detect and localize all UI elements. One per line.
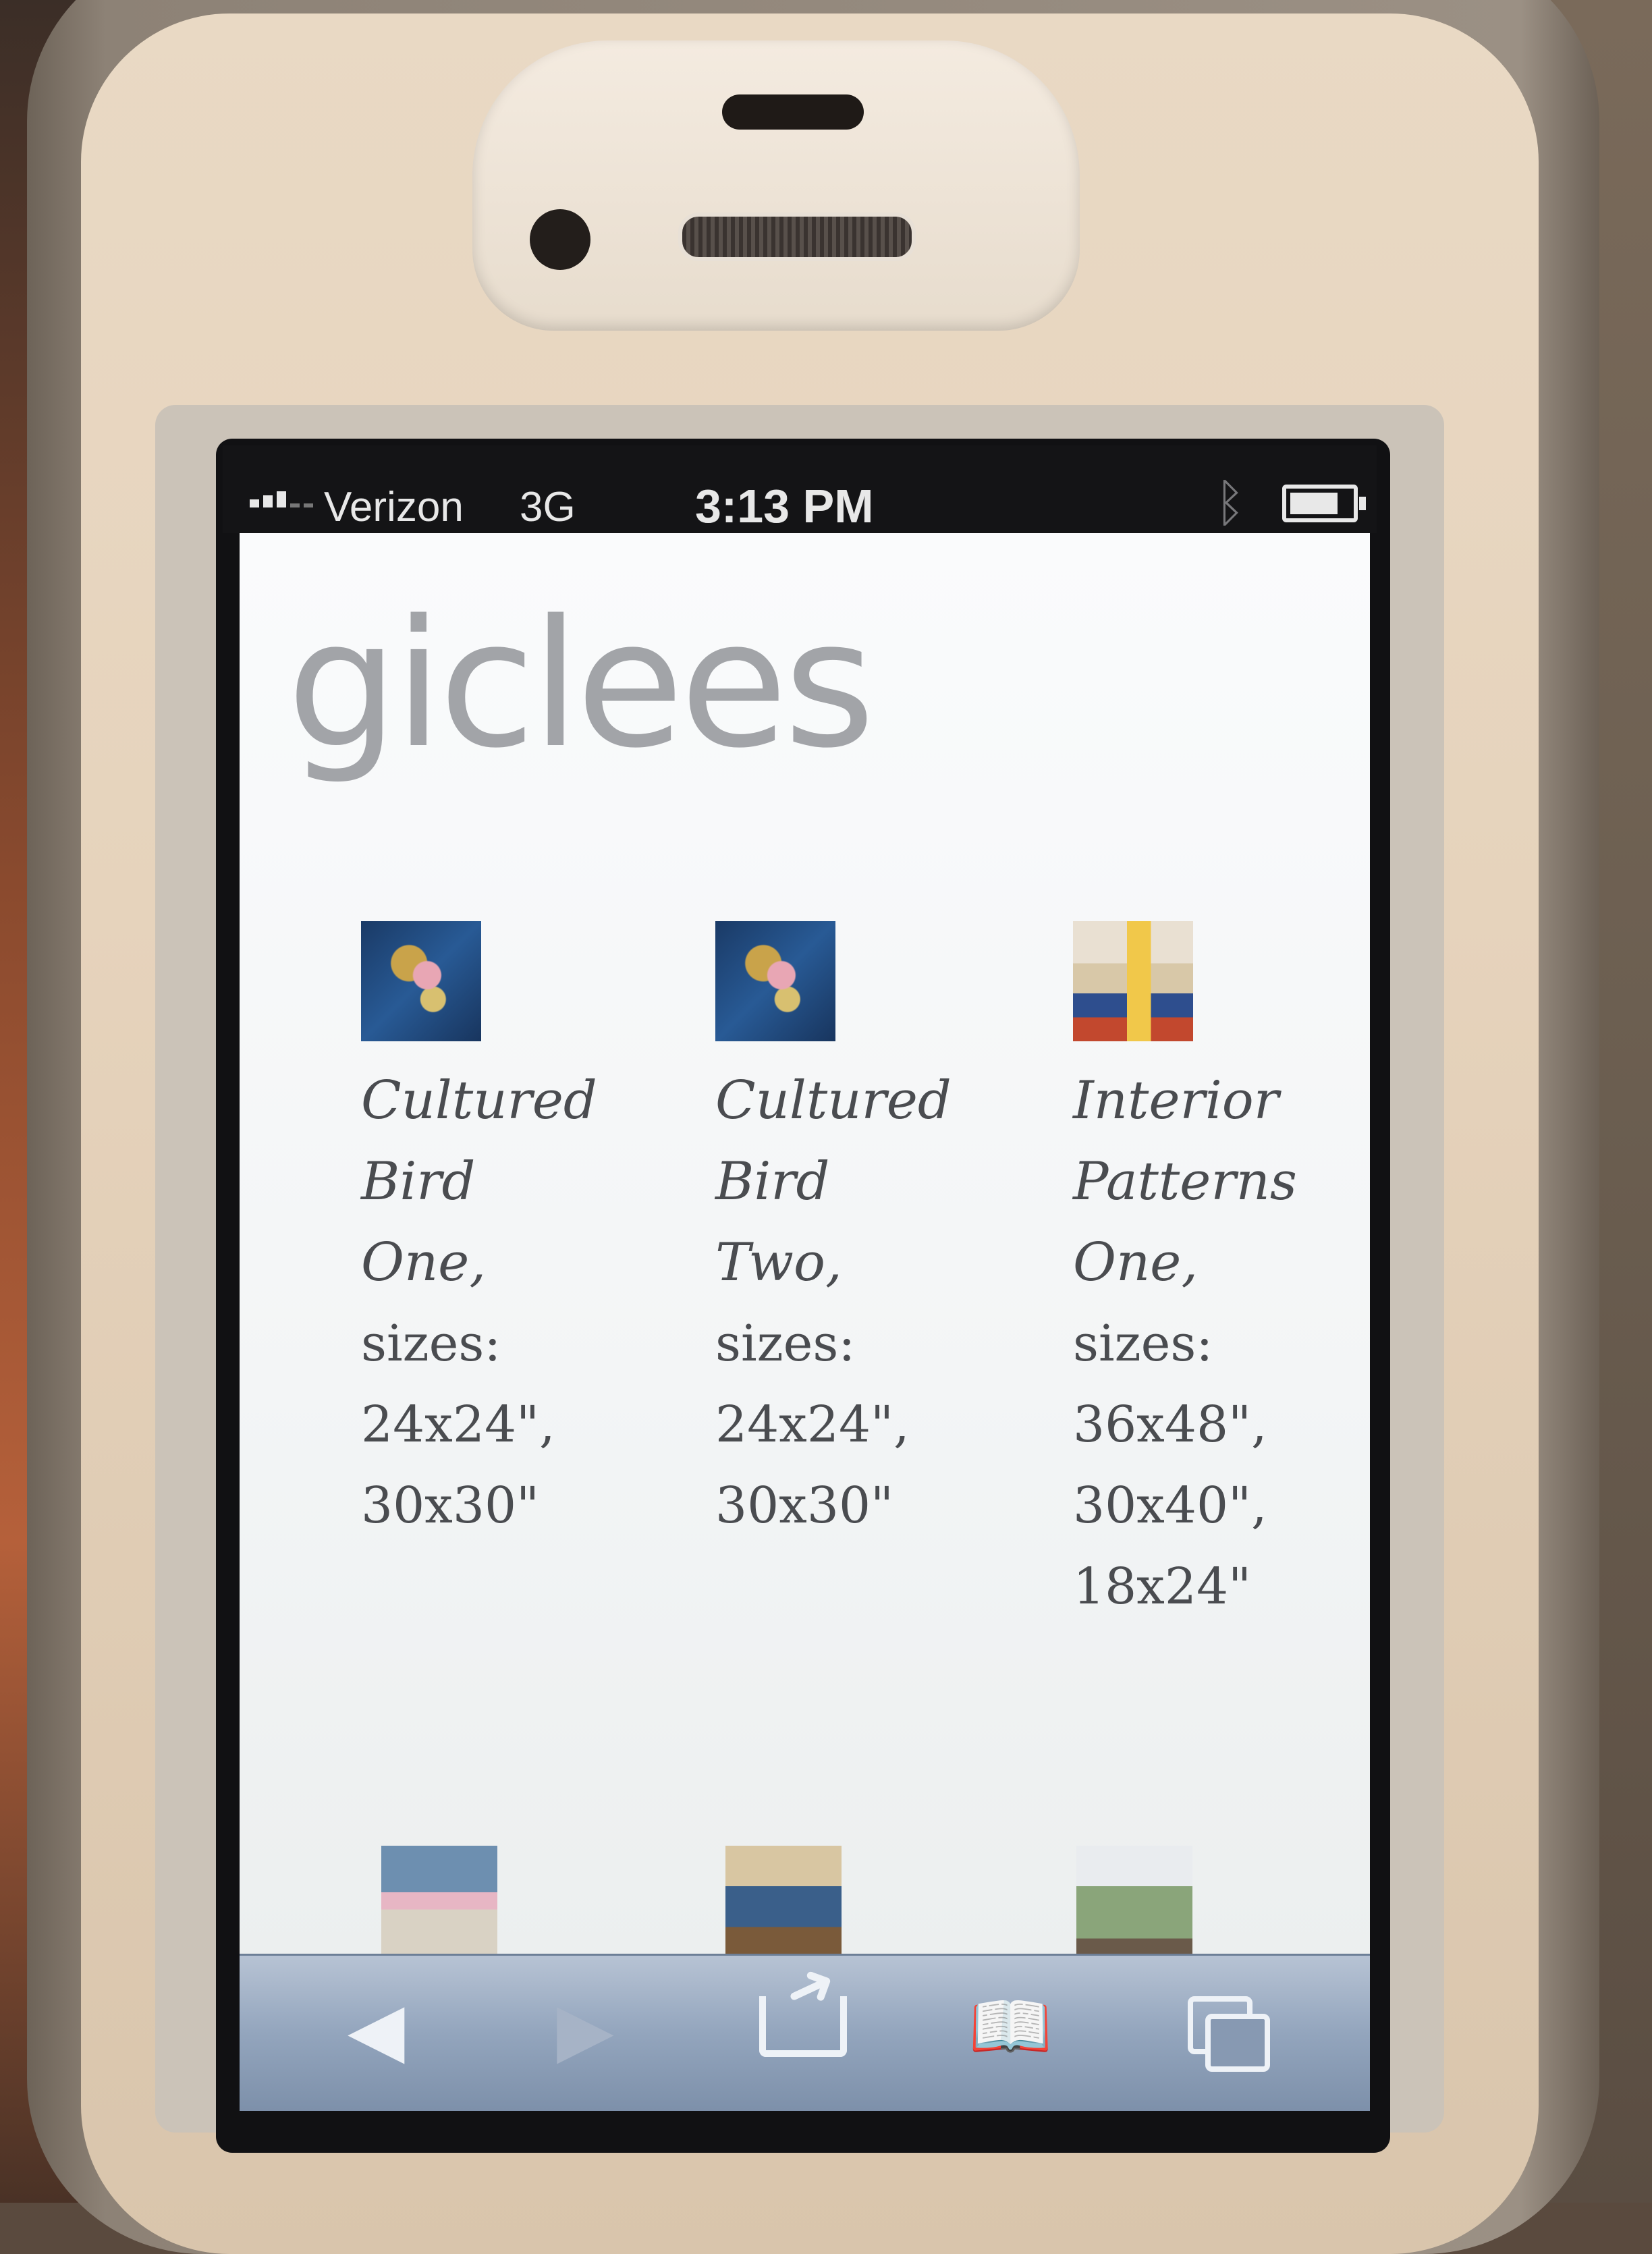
- earpiece-speaker: [678, 213, 916, 261]
- item-caption: Cultured Bird One,: [361, 1070, 597, 1293]
- web-page[interactable]: giclees Cultured Bird One, sizes: 24x24"…: [240, 533, 1370, 1957]
- carrier-label: Verizon: [324, 484, 464, 530]
- item-sizes-label: sizes:: [361, 1315, 501, 1373]
- network-label: 3G: [520, 484, 576, 530]
- browser-toolbar: ◀ ▶ 📖: [240, 1954, 1370, 2111]
- artwork-thumbnail[interactable]: [1073, 921, 1193, 1041]
- back-icon[interactable]: ◀: [348, 1993, 405, 2067]
- artwork-thumbnail[interactable]: [715, 921, 835, 1041]
- battery-icon: [1282, 485, 1366, 522]
- proximity-sensor: [722, 94, 864, 130]
- gallery-item-cultured-bird-one[interactable]: Cultured Bird One, sizes: 24x24", 30x30": [361, 921, 597, 1546]
- item-caption: Interior Patterns One,: [1073, 1070, 1297, 1293]
- item-sizes: 24x24", 30x30": [361, 1396, 555, 1535]
- bookmarks-icon[interactable]: 📖: [968, 1993, 1053, 2060]
- artwork-thumbnail[interactable]: [381, 1846, 497, 1957]
- status-bar: Verizon 3G 3:13 PM ᛒ: [223, 445, 1377, 533]
- earpiece-housing: [472, 40, 1080, 331]
- bluetooth-icon: ᛒ: [1215, 474, 1246, 532]
- share-icon[interactable]: [759, 1996, 847, 2057]
- gallery-item-cultured-bird-two[interactable]: Cultured Bird Two, sizes: 24x24", 30x30": [715, 921, 952, 1546]
- page-title: giclees: [287, 583, 875, 787]
- signal-icon: [250, 491, 331, 512]
- gallery-item-interior-patterns-one[interactable]: Interior Patterns One, sizes: 36x48", 30…: [1073, 921, 1297, 1627]
- item-caption: Cultured Bird Two,: [715, 1070, 952, 1293]
- artwork-thumbnail[interactable]: [725, 1846, 842, 1957]
- item-sizes-label: sizes:: [1073, 1315, 1213, 1373]
- item-sizes: 24x24", 30x30": [715, 1396, 910, 1535]
- item-sizes-label: sizes:: [715, 1315, 856, 1373]
- artwork-thumbnail[interactable]: [361, 921, 481, 1041]
- forward-icon[interactable]: ▶: [557, 1993, 614, 2067]
- front-camera: [530, 209, 590, 270]
- item-sizes: 36x48", 30x40", 18x24": [1073, 1396, 1267, 1616]
- artwork-thumbnail[interactable]: [1076, 1846, 1192, 1957]
- clock: 3:13 PM: [695, 480, 874, 532]
- tabs-icon[interactable]: [1188, 1996, 1270, 2072]
